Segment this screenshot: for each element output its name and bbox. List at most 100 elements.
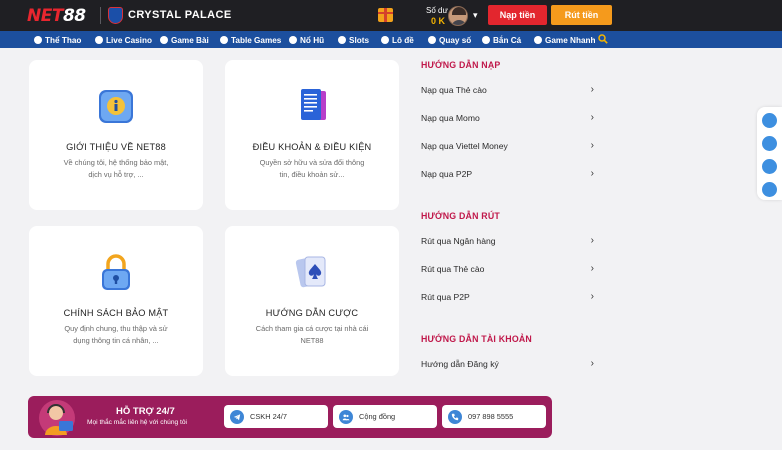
guide-link-label: Nạp qua P2P [421,169,473,179]
search-icon[interactable] [598,34,608,44]
community-icon[interactable] [762,159,777,174]
guide-link-withdraw-bank[interactable]: Rút qua Ngân hàng › [421,235,594,249]
card-description: Cách tham gia cá cược tại nhà cái NET88 [255,324,369,345]
guide-link-withdraw-p2p[interactable]: Rút qua P2P › [421,291,594,305]
nav-item-label: Slots [349,35,370,45]
card-title: GIỚI THIỆU VỀ NET88 [66,142,166,152]
header-divider [100,7,101,24]
fishing-icon [482,36,490,44]
number-draw-icon [428,36,436,44]
chevron-right-icon: › [590,291,594,302]
guide-link-deposit-p2p[interactable]: Nạp qua P2P › [421,168,594,182]
guide-link-label: Hướng dẫn Đăng ký [421,359,499,369]
guide-link-label: Nạp qua Viettel Money [421,141,508,151]
live-casino-icon [95,36,103,44]
card-description: Về chúng tôi, hệ thống bảo mật, dịch vụ … [63,158,169,179]
nav-item-live-casino[interactable]: Live Casino [95,34,152,46]
gift-icon[interactable] [378,8,393,22]
hotline-label: 097 898 5555 [468,412,514,421]
rocket-icon [534,36,542,44]
card-terms[interactable]: ĐIỀU KHOẢN & ĐIỀU KIỆN Quyền sở hữu và s… [225,60,399,210]
guide-link-label: Nạp qua Momo [421,113,480,123]
support-subtitle: Mọi thắc mắc liên hệ với chúng tôi [87,419,187,426]
nav-item-sports[interactable]: Thể Thao [34,34,81,46]
guide-link-deposit-viettel[interactable]: Nạp qua Viettel Money › [421,140,594,154]
slots-icon [338,36,346,44]
nav-item-label: Thể Thao [45,35,82,45]
deposit-button[interactable]: Nạp tiền [488,5,547,25]
card-title: CHÍNH SÁCH BẢO MẬT [63,308,169,318]
chevron-right-icon: › [590,112,594,123]
card-betting-guide[interactable]: HƯỚNG DẪN CƯỢC Cách tham gia cá cược tại… [225,226,399,376]
nav-item-label: Game Nhanh [545,35,596,45]
chevron-right-icon: › [590,84,594,95]
partner-name: CRYSTAL PALACE [128,9,232,21]
community-button[interactable]: Cộng đồng [333,405,437,428]
guide-link-withdraw-scratch-card[interactable]: Rút qua Thẻ cào › [421,263,594,277]
chat-icon[interactable] [762,113,777,128]
card-about[interactable]: GIỚI THIỆU VỀ NET88 Về chúng tôi, hệ thố… [29,60,203,210]
nav-item-label: Lô đề [392,35,414,45]
nav-item-card-games[interactable]: Game Bài [160,34,209,46]
guide-link-label: Rút qua Ngân hàng [421,236,496,246]
cskh-button[interactable]: CSKH 24/7 [224,405,328,428]
guide-link-label: Rút qua Thẻ cào [421,264,485,274]
padlock-icon [102,254,130,290]
community-icon [339,409,353,424]
nav-item-label: Bắn Cá [493,35,522,45]
card-games-icon [160,36,168,44]
chevron-right-icon: › [590,263,594,274]
guide-link-deposit-scratch-card[interactable]: Nạp qua Thẻ cào › [421,84,594,98]
chevron-down-icon[interactable]: ▾ [473,10,478,21]
guide-link-label: Rút qua P2P [421,292,470,302]
net88-logo[interactable]: NET88 [27,6,93,26]
top-bar: NET88 CRYSTAL PALACE Số dư 0 K ▾ Nạp tiề… [0,0,782,31]
account-guide-heading: HƯỚNG DẪN TÀI KHOẢN [421,334,532,344]
logo-88: 88 [62,6,86,26]
avatar[interactable] [448,6,468,26]
telegram-icon[interactable] [762,136,777,151]
nav-item-label: Nổ Hũ [300,35,325,45]
nav-item-label: Live Casino [106,35,152,45]
card-title: ĐIỀU KHOẢN & ĐIỀU KIỆN [252,142,372,152]
support-banner: HỖ TRỢ 24/7 Mọi thắc mắc liên hệ với chú… [28,396,552,438]
nav-item-number-draw[interactable]: Quay số [428,34,471,46]
card-privacy[interactable]: CHÍNH SÁCH BẢO MẬT Quy định chung, thu t… [29,226,203,376]
hotline-button[interactable]: 097 898 5555 [442,405,546,428]
floating-contact-bar [757,107,782,200]
nav-item-label: Table Games [231,35,282,45]
chevron-right-icon: › [590,140,594,151]
guide-link-deposit-momo[interactable]: Nạp qua Momo › [421,112,594,126]
crystal-palace-crest-icon [108,7,123,24]
chevron-right-icon: › [590,235,594,246]
card-description: Quyền sở hữu và sửa đổi thông tin, điều … [259,158,365,179]
lottery-icon [381,36,389,44]
nav-item-table-games[interactable]: Table Games [220,34,281,46]
deposit-guide-heading: HƯỚNG DẪN NẠP [421,60,501,70]
support-agent-icon [39,400,75,436]
playing-cards-icon [295,256,326,288]
main-nav: Thể Thao Live Casino Game Bài Table Game… [0,31,782,48]
guide-link-register[interactable]: Hướng dẫn Đăng ký › [421,358,594,372]
card-title: HƯỚNG DẪN CƯỢC [265,308,359,318]
telegram-icon [230,409,244,424]
document-icon [301,89,326,120]
withdraw-button[interactable]: Rút tiền [551,5,612,25]
nav-item-quick-games[interactable]: Game Nhanh [534,34,596,46]
chevron-right-icon: › [590,168,594,179]
phone-icon[interactable] [762,182,777,197]
support-title: HỖ TRỢ 24/7 [116,406,175,417]
info-icon [99,90,133,123]
balance-label: Số dư [426,6,448,15]
nav-item-lottery[interactable]: Lô đề [381,34,414,46]
nav-item-slots[interactable]: Slots [338,34,369,46]
balance-value: 0 K [431,16,446,26]
nav-item-fishing[interactable]: Bắn Cá [482,34,521,46]
jackpot-icon [289,36,297,44]
nav-item-jackpot[interactable]: Nổ Hũ [289,34,324,46]
sports-icon [34,36,42,44]
chevron-right-icon: › [590,358,594,369]
withdraw-guide-heading: HƯỚNG DẪN RÚT [421,211,500,221]
table-games-icon [220,36,228,44]
phone-icon [448,409,462,424]
